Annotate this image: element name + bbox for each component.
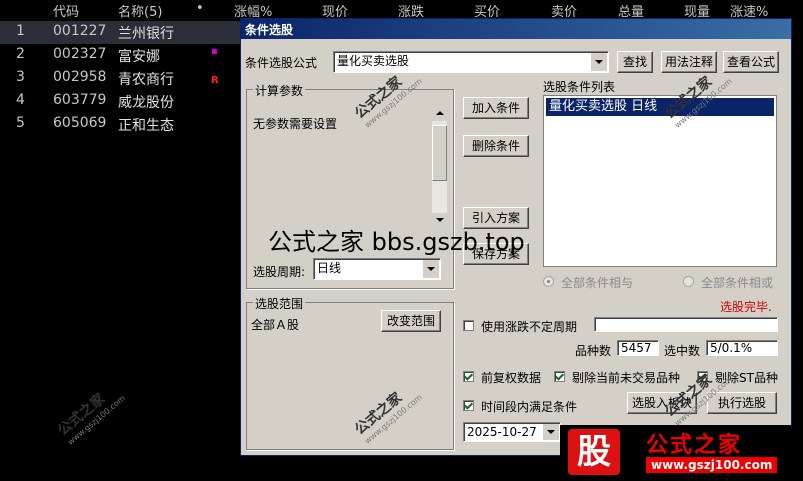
count-label: 品种数 [575,344,612,358]
stock-code: 002327 [53,46,107,62]
table-row[interactable]: 5 605069 正和生态 [0,113,240,136]
scroll-up-icon[interactable] [432,107,447,121]
row-index: 2 [16,46,25,62]
dialog-titlebar[interactable]: 条件选股 [241,19,791,39]
formula-select[interactable]: 量化买卖选股 [333,51,609,73]
search-button[interactable]: 查找 [617,51,653,73]
range-value: 全部Ａ股 [251,318,300,332]
row-flag-mark: ▪ [211,46,218,57]
stock-name: 富安娜 [118,49,160,65]
period-condition-label: 时间段内满足条件 [481,400,578,414]
status-text: 选股完毕. [720,300,772,314]
table-row[interactable]: 2 002327 富安娜 [0,44,240,67]
radio-or-label: 全部条件相或 [701,276,774,290]
col-code[interactable]: 代码 [53,1,79,20]
params-title: 计算参数 [253,82,306,99]
chevron-down-icon[interactable] [542,424,559,440]
period-select[interactable]: 日线 [313,258,441,280]
watermark: 公式之家 www.gszj100.com [55,390,127,447]
change-range-button[interactable]: 改变范围 [381,310,441,332]
uncertain-period-input[interactable] [594,317,778,332]
col-dot: • [196,1,204,16]
logo-url: www.gszj100.com [646,457,778,473]
condition-list[interactable]: 量化买卖选股 日线 [543,95,777,267]
brand-logo: 股 公式之家 www.gszj100.com [560,425,803,481]
dialog-title: 条件选股 [245,23,294,37]
date-picker[interactable]: 2025-10-27 [463,422,561,442]
radio-and[interactable] [543,276,554,287]
stock-code: 001227 [53,23,107,39]
stock-table-header: 代码 名称(5) • 涨幅% 现价 涨跌 买价 卖价 总量 现量 涨速% [0,0,803,20]
stock-code: 002958 [53,69,107,85]
table-row[interactable]: 3 002958 青农商行 [0,67,240,90]
view-formula-button[interactable]: 查看公式 [723,51,779,73]
logo-brand: 公式之家 [646,433,743,458]
stock-name: 威龙股份 [118,95,174,111]
params-scrollbar[interactable] [432,107,447,227]
delete-condition-button[interactable]: 删除条件 [463,135,529,157]
stock-name: 青农商行 [118,72,174,88]
row-index: 4 [16,92,25,108]
no-trade-checkbox[interactable] [554,371,565,382]
row-flag-r: R [211,75,219,86]
params-text: 无参数需要设置 [253,117,338,131]
stock-name: 兰州银行 [118,26,174,42]
chevron-down-icon[interactable] [590,53,607,71]
row-index: 5 [16,115,25,131]
add-condition-button[interactable]: 加入条件 [463,97,529,119]
condition-list-title: 选股条件列表 [543,80,616,94]
col-name[interactable]: 名称(5) [118,1,162,20]
formula-label: 条件选股公式 [245,56,318,70]
count-field: 5457 [617,340,659,356]
table-row[interactable]: 4 603779 威龙股份 [0,90,240,113]
uncertain-period-checkbox[interactable] [463,320,474,331]
stock-name: 正和生态 [118,118,174,134]
row-index: 1 [16,23,25,39]
table-row[interactable]: 1 001227 兰州银行 [0,21,240,44]
adjust-label: 前复权数据 [481,371,542,385]
selected-label: 选中数 [664,344,701,358]
selected-field: 5/0.1% [706,340,778,356]
no-trade-label: 剔除当前未交易品种 [572,371,681,385]
radio-and-label: 全部条件相与 [561,276,634,290]
chevron-down-icon[interactable] [422,260,439,278]
period-condition-checkbox[interactable] [463,400,474,411]
period-label: 选股周期: [253,265,306,279]
scroll-thumb[interactable] [432,125,447,181]
logo-badge: 股 [568,429,620,475]
row-index: 3 [16,69,25,85]
stock-code: 603779 [53,92,107,108]
overlay-watermark-text: 公式之家 bbs.gszb.top [268,228,525,256]
stock-code: 605069 [53,115,107,131]
uncertain-period-label: 使用涨跌不定周期 [481,320,578,334]
radio-or[interactable] [683,276,694,287]
range-title: 选股范围 [253,295,306,312]
adjust-checkbox[interactable] [463,371,474,382]
execute-button[interactable]: 执行选股 [707,392,777,414]
